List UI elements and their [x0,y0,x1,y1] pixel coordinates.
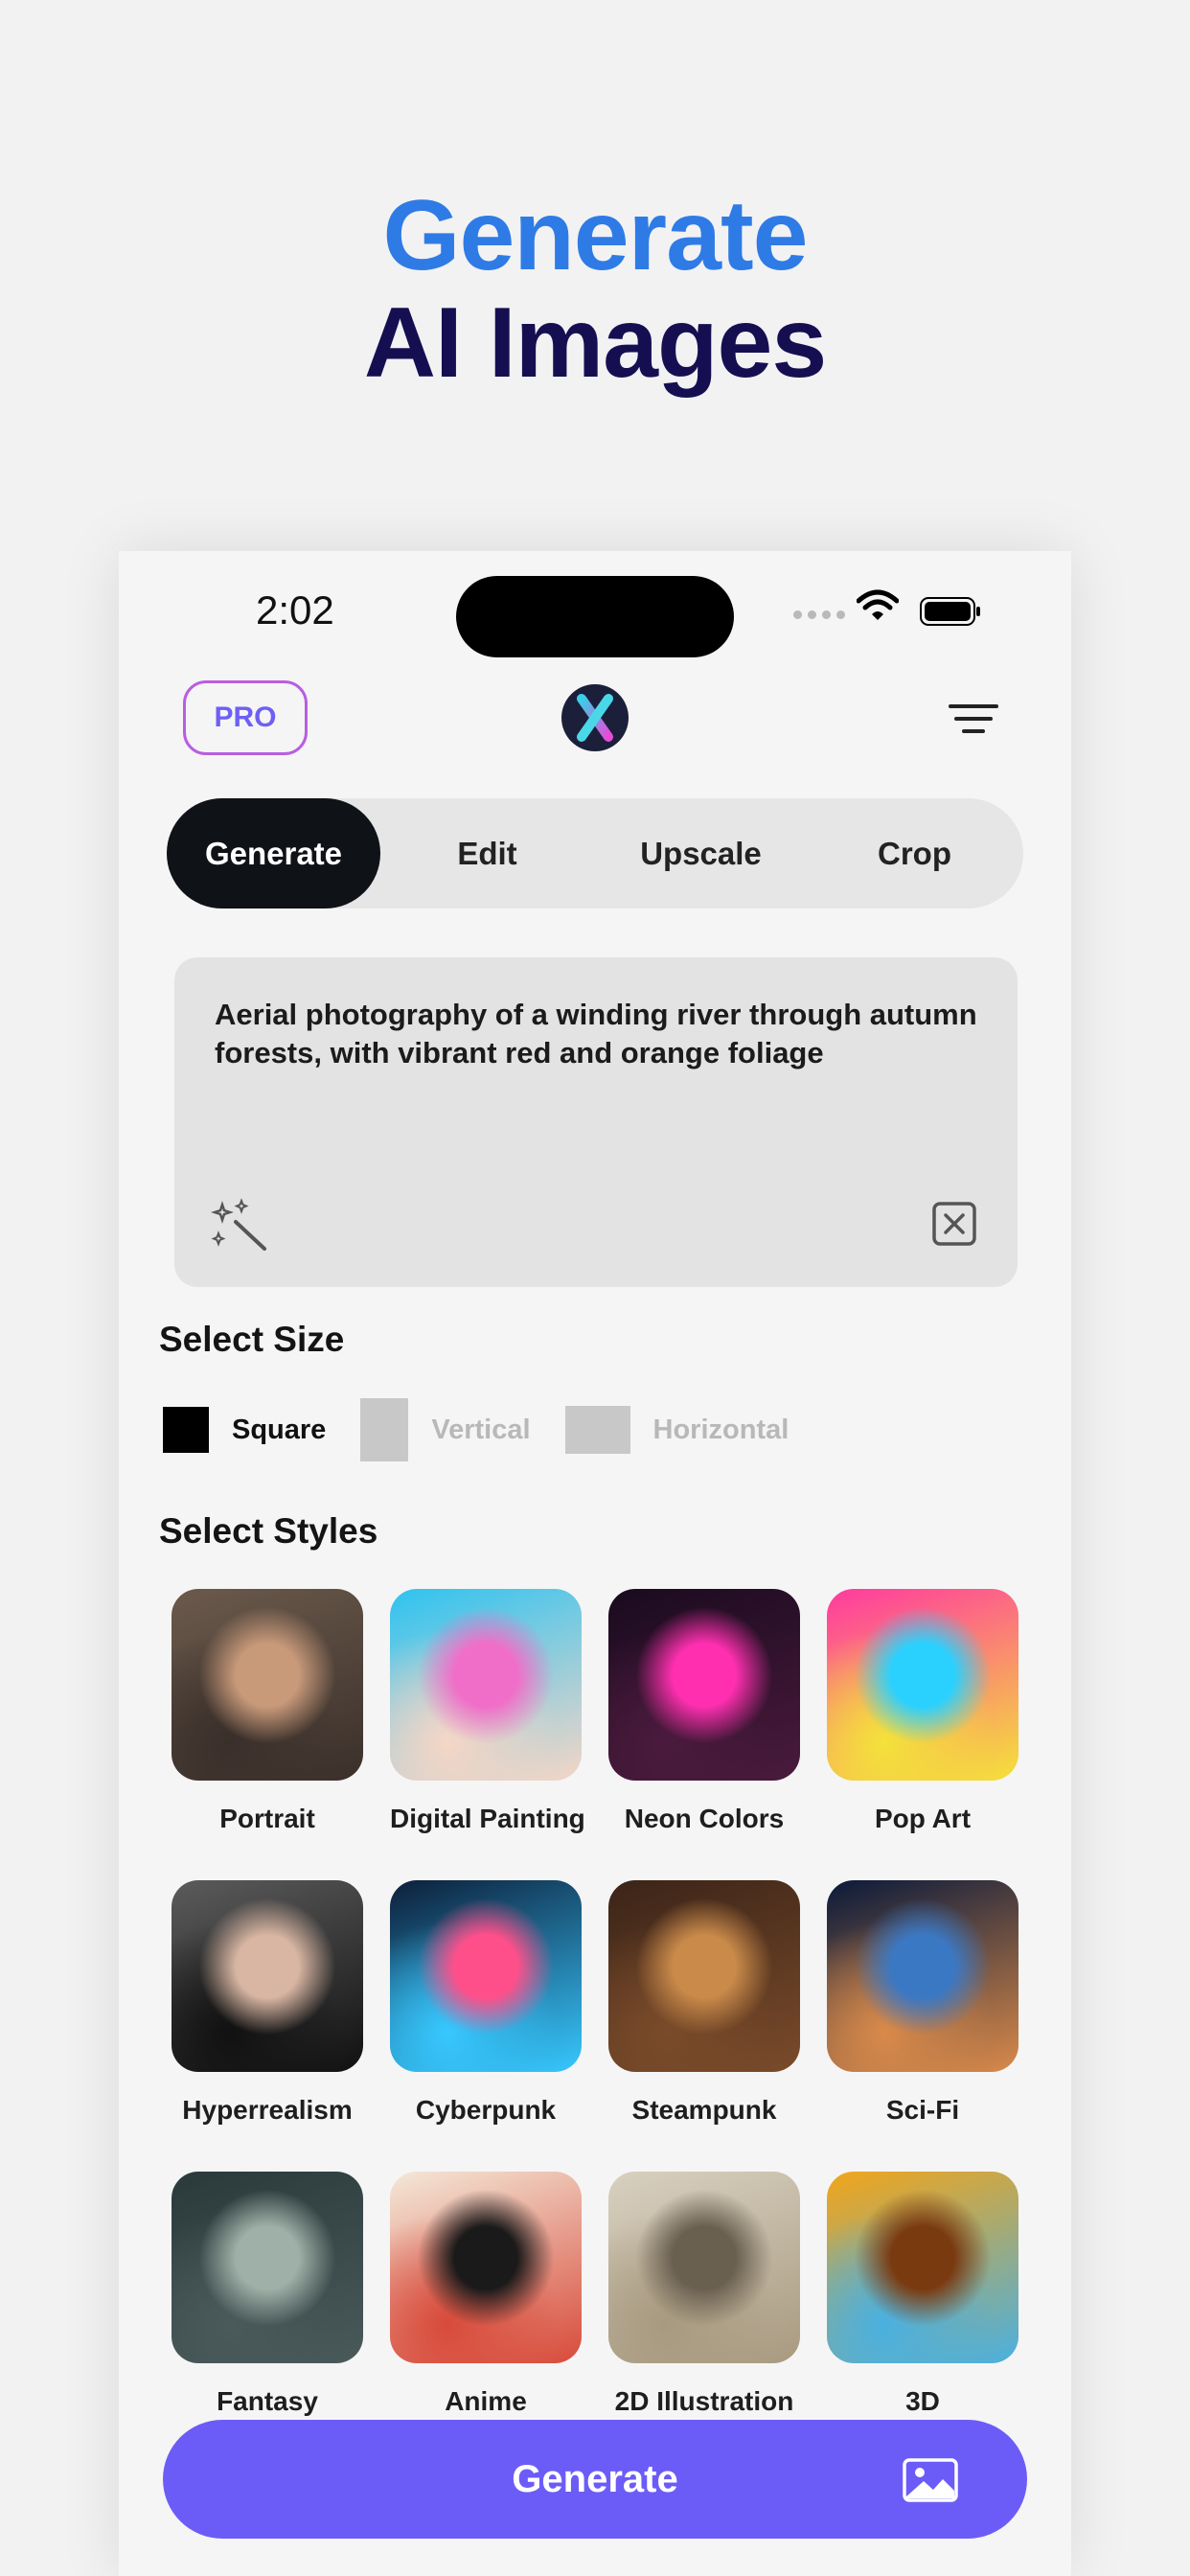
select-styles-heading: Select Styles [159,1511,378,1551]
tab-crop[interactable]: Crop [808,798,1021,908]
hero-heading: Generate AI Images [0,182,1190,397]
style-card-neon-colors[interactable]: Neon Colors [608,1589,800,1834]
style-card-digital-painting[interactable]: Digital Painting [390,1589,585,1834]
style-label: Pop Art [874,1804,972,1833]
tab-upscale[interactable]: Upscale [594,798,808,908]
generate-button-label: Generate [512,2457,678,2500]
style-card-3d[interactable]: 3D [827,2172,1018,2417]
generate-button[interactable]: Generate [163,2420,1027,2539]
prompt-text[interactable]: Aerial photography of a winding river th… [215,996,981,1072]
style-thumbnail-portrait [172,1589,363,1781]
size-horizontal-option[interactable]: Horizontal [564,1406,790,1454]
style-label: Portrait [219,1804,315,1833]
vertical-shape-icon [360,1398,409,1461]
dynamic-island [456,576,734,657]
clear-prompt-icon[interactable] [931,1201,977,1247]
style-label: Hyperrealism [182,2095,353,2125]
style-label: Sci-Fi [885,2095,960,2125]
select-size-heading: Select Size [159,1320,345,1359]
pro-button[interactable]: PRO [183,680,308,755]
style-card-hyperrealism[interactable]: Hyperrealism [172,1880,363,2126]
phone-screen: 2:02 PRO Generate Edit Upscale Crop Aeri… [119,551,1071,2576]
style-label: Digital Painting [390,1804,585,1833]
style-thumbnail-pop-art [827,1589,1018,1781]
style-label: Cyberpunk [415,2095,557,2125]
square-shape-icon [163,1407,209,1453]
style-thumbnail-anime [390,2172,582,2363]
style-label: Fantasy [217,2386,318,2416]
magic-wand-icon[interactable] [211,1197,268,1251]
size-vertical-label: Vertical [431,1414,531,1445]
style-card-pop-art[interactable]: Pop Art [827,1589,1018,1834]
size-vertical-option[interactable]: Vertical [360,1398,531,1461]
tab-generate[interactable]: Generate [167,798,380,908]
styles-grid: Portrait Digital Painting Neon Colors Pop A… [172,1589,1034,2417]
style-label: Steampunk [631,2095,777,2125]
horizontal-shape-icon [564,1406,630,1454]
wifi-icon [857,589,899,620]
mode-tabs: Generate Edit Upscale Crop [167,798,1023,908]
menu-icon[interactable] [949,702,998,735]
style-thumbnail-digital-painting [390,1589,582,1781]
tab-edit[interactable]: Edit [380,798,594,908]
style-thumbnail-sci-fi [827,1880,1018,2072]
style-card-anime[interactable]: Anime [390,2172,582,2417]
style-card-cyberpunk[interactable]: Cyberpunk [390,1880,582,2126]
style-card-sci-fi[interactable]: Sci-Fi [827,1880,1018,2126]
style-card-2d-illustration[interactable]: 2D Illustration [608,2172,800,2417]
hero-line-ai-images: AI Images [363,288,827,399]
style-card-fantasy[interactable]: Fantasy [172,2172,363,2417]
image-icon [903,2458,958,2502]
style-thumbnail-3d [827,2172,1018,2363]
battery-icon [920,597,980,626]
style-thumbnail-cyberpunk [390,1880,582,2072]
status-time: 2:02 [256,587,334,632]
style-thumbnail-neon-colors [608,1589,800,1781]
cellular-signal-icon [793,610,845,619]
prompt-input[interactable]: Aerial photography of a winding river th… [174,957,1018,1287]
style-thumbnail-2d-illustration [608,2172,800,2363]
style-card-portrait[interactable]: Portrait [172,1589,363,1834]
style-card-steampunk[interactable]: Steampunk [608,1880,800,2126]
app-logo-icon [561,684,629,751]
size-horizontal-label: Horizontal [652,1414,790,1445]
style-label: 2D Illustration [614,2386,794,2416]
size-square-option[interactable]: Square [163,1407,326,1453]
hero-line-generate: Generate [382,180,809,291]
size-square-label: Square [232,1414,327,1445]
style-label: Anime [445,2386,527,2416]
style-thumbnail-fantasy [172,2172,363,2363]
style-thumbnail-hyperrealism [172,1880,363,2072]
size-options: Square Vertical Horizontal [163,1398,823,1461]
style-label: Neon Colors [624,1804,785,1833]
style-label: 3D [905,2386,940,2416]
style-thumbnail-steampunk [608,1880,800,2072]
